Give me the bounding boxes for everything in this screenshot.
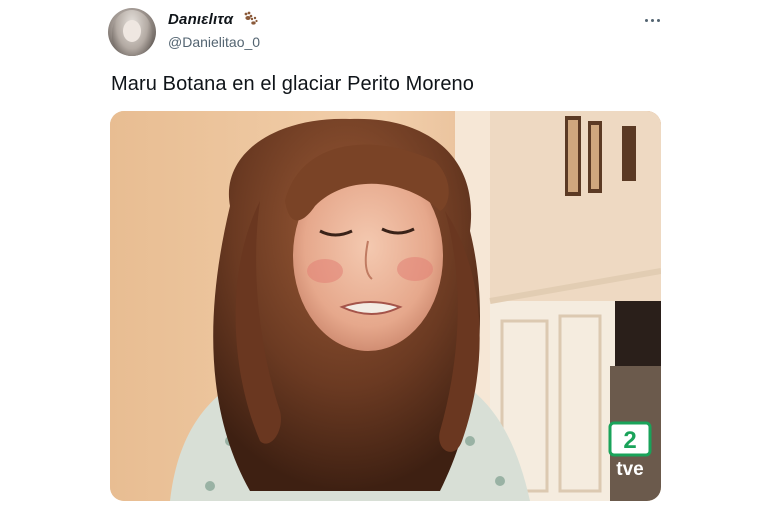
display-name[interactable]: Danιεlιτα bbox=[168, 11, 233, 28]
media-illustration: 2 tve bbox=[110, 111, 661, 501]
watermark-number: 2 bbox=[623, 427, 636, 454]
avatar[interactable] bbox=[108, 8, 156, 56]
paw-prints-icon bbox=[244, 11, 258, 25]
tweet-text: Maru Botana en el glaciar Perito Moreno bbox=[111, 73, 474, 95]
author-block: Danιεlιτα bbox=[168, 11, 258, 28]
tweet-media-image[interactable]: 2 tve bbox=[110, 111, 661, 501]
more-options-icon[interactable] bbox=[640, 10, 664, 30]
user-handle[interactable]: @Danielitao_0 bbox=[168, 34, 260, 50]
tweet: Danιεlιτα @Danielitao_0 Maru Botana en e… bbox=[0, 0, 768, 512]
watermark-text: tve bbox=[616, 459, 643, 480]
avatar-face bbox=[123, 20, 141, 42]
